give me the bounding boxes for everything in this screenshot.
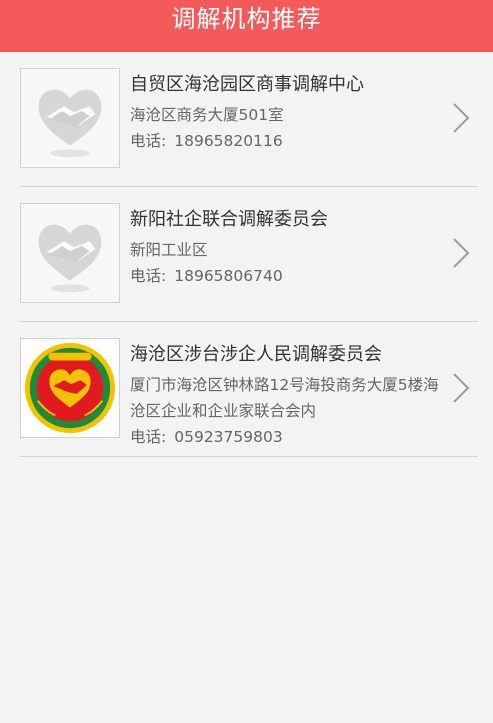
chevron-right-icon [450,235,472,271]
institution-info: 海沧区涉台涉企人民调解委员会 厦门市海沧区钟林路12号海投商务大厦5楼海沧区企业… [130,342,444,450]
institution-info: 自贸区海沧园区商事调解中心 海沧区商务大厦501室 电话: 18965820116 [130,72,444,154]
institution-item[interactable]: 新阳社企联合调解委员会 新阳工业区 电话: 18965806740 [19,187,478,322]
institution-logo [20,68,120,168]
institution-item[interactable]: 海沧区涉台涉企人民调解委员会 厦门市海沧区钟林路12号海投商务大厦5楼海沧区企业… [19,322,478,457]
institution-name: 新阳社企联合调解委员会 [130,209,328,230]
institution-item[interactable]: 自贸区海沧园区商事调解中心 海沧区商务大厦501室 电话: 18965820116 [19,52,478,187]
institution-name: 海沧区涉台涉企人民调解委员会 [130,344,382,365]
institution-address: 海沧区商务大厦501室 [130,106,284,124]
page-title: 调解机构推荐 [171,5,322,33]
chevron-right-icon [450,100,472,136]
institution-list: 自贸区海沧园区商事调解中心 海沧区商务大厦501室 电话: 18965820116 [0,52,493,457]
institution-info: 新阳社企联合调解委员会 新阳工业区 电话: 18965806740 [130,207,444,289]
top-header: 调解机构推荐 [0,0,493,52]
app-screen: 调解机构推荐 自贸区海沧园区商事调解中心 海沧区商务大厦501室 电话: 1896… [0,0,493,723]
phone-number: 05923759803 [174,428,283,446]
handshake-heart-placeholder-icon [21,69,119,167]
people-mediation-emblem-icon [21,339,119,437]
institution-logo [20,203,120,303]
institution-phone: 电话: 18965820116 [130,128,444,154]
institution-phone: 电话: 18965806740 [130,263,444,289]
institution-phone: 电话: 05923759803 [130,424,444,450]
institution-name: 自贸区海沧园区商事调解中心 [130,74,364,95]
institution-address: 厦门市海沧区钟林路12号海投商务大厦5楼海沧区企业和企业家联合会内 [130,376,439,420]
phone-label: 电话: [130,428,167,446]
phone-number: 18965806740 [174,267,283,285]
handshake-heart-placeholder-icon [21,204,119,302]
phone-number: 18965820116 [174,132,283,150]
institution-logo [20,338,120,438]
phone-label: 电话: [130,267,167,285]
chevron-right-icon [450,370,472,406]
phone-label: 电话: [130,132,167,150]
institution-address: 新阳工业区 [130,241,208,259]
